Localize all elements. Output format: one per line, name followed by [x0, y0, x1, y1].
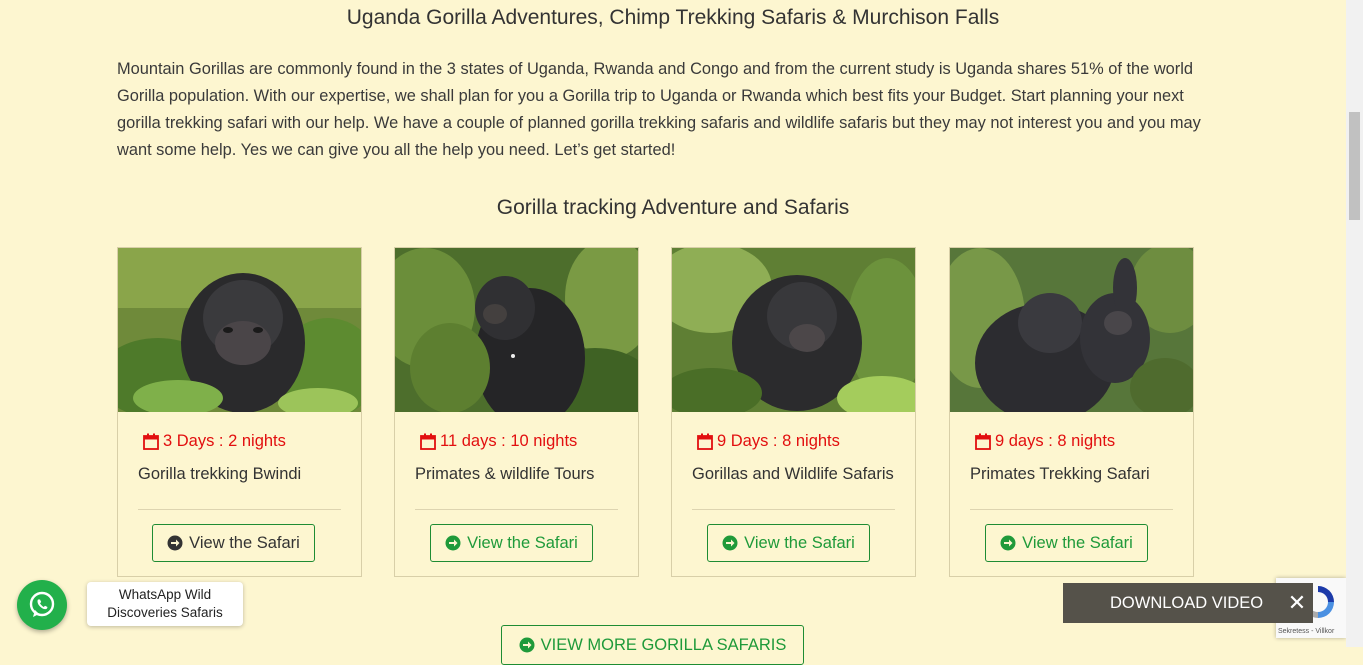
safari-card: 9 Days : 8 nights Gorillas and Wildlife …	[671, 247, 916, 577]
safari-title[interactable]: Gorilla trekking Bwindi	[138, 465, 301, 484]
duration-label: 9 days : 8 nights	[975, 432, 1115, 451]
safari-title[interactable]: Gorillas and Wildlife Safaris	[692, 465, 894, 484]
view-safari-label: View the Safari	[467, 533, 578, 552]
gorilla-photo[interactable]	[672, 248, 915, 412]
arrow-circle-right-icon	[722, 535, 738, 551]
duration-text: 9 days : 8 nights	[995, 432, 1116, 450]
whatsapp-tooltip-line2: Discoveries Safaris	[107, 605, 223, 620]
safari-card: 11 days : 10 nights Primates & wildlife …	[394, 247, 639, 577]
duration-text: 3 Days : 2 nights	[163, 432, 286, 450]
view-safari-button[interactable]: View the Safari	[985, 524, 1148, 562]
safari-card: 3 Days : 2 nights Gorilla trekking Bwind…	[117, 247, 362, 577]
arrow-circle-right-icon	[519, 637, 535, 653]
whatsapp-tooltip-line1: WhatsApp Wild	[118, 587, 212, 602]
arrow-circle-right-icon	[167, 535, 183, 551]
arrow-circle-right-icon	[1000, 535, 1016, 551]
page-heading: Uganda Gorilla Adventures, Chimp Trekkin…	[346, 6, 1000, 29]
gorilla-photo[interactable]	[395, 248, 638, 412]
section-heading: Gorilla tracking Adventure and Safaris	[496, 196, 850, 219]
whatsapp-icon	[29, 591, 55, 617]
duration-label: 11 days : 10 nights	[420, 432, 577, 451]
view-more-safaris-button[interactable]: VIEW MORE GORILLA SAFARIS	[501, 625, 804, 665]
calendar-icon	[697, 433, 713, 450]
safari-card: 9 days : 8 nights Primates Trekking Safa…	[949, 247, 1194, 577]
divider	[970, 509, 1173, 510]
view-safari-label: View the Safari	[744, 533, 855, 552]
whatsapp-chat-button[interactable]	[17, 580, 67, 630]
calendar-icon	[975, 433, 991, 450]
divider	[415, 509, 618, 510]
duration-text: 11 days : 10 nights	[440, 432, 578, 450]
vertical-scrollbar[interactable]	[1346, 0, 1363, 647]
safari-title[interactable]: Primates Trekking Safari	[970, 465, 1150, 484]
arrow-circle-right-icon	[445, 535, 461, 551]
duration-text: 9 Days : 8 nights	[717, 432, 840, 450]
duration-label: 9 Days : 8 nights	[697, 432, 840, 451]
duration-label: 3 Days : 2 nights	[143, 432, 286, 451]
view-safari-button[interactable]: View the Safari	[707, 524, 870, 562]
gorilla-photo[interactable]	[950, 248, 1193, 412]
close-icon[interactable]: ✕	[1287, 592, 1307, 614]
view-safari-button[interactable]: View the Safari	[152, 524, 315, 562]
view-safari-label: View the Safari	[1022, 533, 1133, 552]
view-safari-button[interactable]: View the Safari	[430, 524, 593, 562]
intro-paragraph: Mountain Gorillas are commonly found in …	[117, 60, 1201, 159]
view-more-label: VIEW MORE GORILLA SAFARIS	[540, 635, 787, 654]
download-video-bar[interactable]: DOWNLOAD VIDEO ✕	[1063, 583, 1313, 623]
view-safari-label: View the Safari	[189, 533, 300, 552]
whatsapp-tooltip[interactable]: WhatsApp Wild Discoveries Safaris	[87, 582, 243, 626]
download-video-label[interactable]: DOWNLOAD VIDEO	[1110, 594, 1263, 613]
calendar-icon	[143, 433, 159, 450]
recaptcha-links[interactable]: Sekretess - Villkor	[1278, 628, 1334, 635]
gorilla-photo[interactable]	[118, 248, 361, 412]
scrollbar-thumb[interactable]	[1349, 112, 1360, 220]
page: Uganda Gorilla Adventures, Chimp Trekkin…	[0, 0, 1346, 665]
calendar-icon	[420, 433, 436, 450]
safari-title[interactable]: Primates & wildlife Tours	[415, 465, 594, 484]
divider	[692, 509, 895, 510]
divider	[138, 509, 341, 510]
